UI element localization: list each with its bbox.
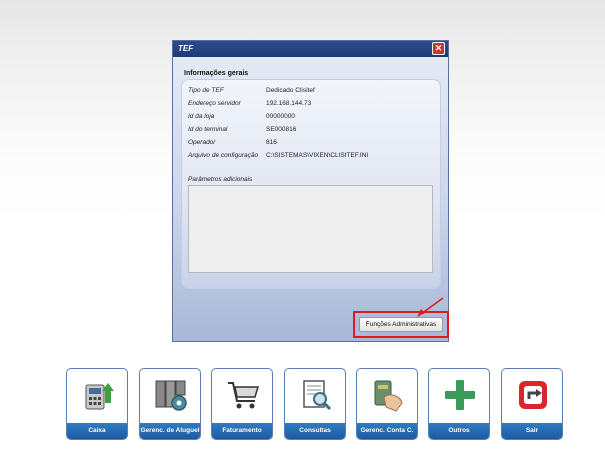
exit-icon — [519, 381, 547, 409]
info-label: Operador — [188, 139, 216, 146]
plus-icon — [445, 380, 475, 410]
extra-params-label: Parâmetros adicionais — [188, 176, 253, 183]
sair-button[interactable]: Sair — [501, 368, 563, 440]
card-hand-icon — [374, 380, 403, 412]
search-document-icon — [303, 380, 332, 411]
tef-dialog: TEF ✕ Informações gerais Tipo de TEF Ded… — [172, 40, 449, 342]
info-row: Endereço servidor 192.168.144.73 — [188, 100, 438, 110]
info-label: Id da loja — [188, 113, 215, 120]
info-value: C:\SISTEMAS\VIXEN\CLISITEF.INI — [266, 152, 369, 159]
info-label: Arquivo de configuração — [188, 152, 259, 159]
info-row: Arquivo de configuração C:\SISTEMAS\VIXE… — [188, 152, 438, 162]
info-value: 192.168.144.73 — [266, 100, 312, 107]
outros-button[interactable]: Outros — [428, 368, 490, 440]
gerenc-aluguel-button[interactable]: Gerenc. de Aluguel — [139, 368, 201, 440]
caixa-button[interactable]: Caixa — [66, 368, 128, 440]
toolbar-label: Sair — [502, 423, 562, 439]
cash-register-icon — [85, 383, 114, 410]
shopping-cart-icon — [228, 382, 260, 409]
highlight-arrow-icon — [417, 297, 444, 317]
dialog-titlebar: TEF ✕ — [173, 41, 448, 57]
info-row: Id do terminal SE000816 — [188, 126, 438, 136]
info-value: 00000000 — [266, 113, 295, 120]
section-title: Informações gerais — [184, 70, 249, 77]
info-value: 816 — [266, 139, 277, 146]
info-label: Endereço servidor — [188, 100, 241, 107]
info-label: Id do terminal — [188, 126, 228, 133]
dialog-title: TEF — [178, 44, 194, 53]
consultas-button[interactable]: Consultas — [284, 368, 346, 440]
info-row: Id da loja 00000000 — [188, 113, 438, 123]
info-value: Dedicado Clisitef — [266, 87, 315, 94]
toolbar-label: Consultas — [285, 423, 345, 439]
toolbar-label: Gerenc. de Aluguel — [140, 423, 200, 439]
gerenc-conta-button[interactable]: Gerenc. Conta C. — [356, 368, 418, 440]
info-row: Tipo de TEF Dedicado Clisitef — [188, 87, 438, 97]
rental-management-icon — [155, 380, 187, 411]
close-icon[interactable]: ✕ — [432, 42, 445, 55]
info-row: Operador 816 — [188, 139, 438, 149]
info-label: Tipo de TEF — [188, 87, 224, 94]
toolbar-label: Gerenc. Conta C. — [357, 423, 417, 439]
toolbar-label: Faturamento — [212, 423, 272, 439]
faturamento-button[interactable]: Faturamento — [211, 368, 273, 440]
toolbar-label: Caixa — [67, 423, 127, 439]
info-value: SE000816 — [266, 126, 297, 133]
extra-params-field[interactable] — [188, 185, 433, 273]
info-group: Tipo de TEF Dedicado Clisitef Endereço s… — [181, 79, 441, 289]
toolbar-label: Outros — [429, 423, 489, 439]
admin-functions-button[interactable]: Funções Administrativas — [359, 317, 443, 332]
